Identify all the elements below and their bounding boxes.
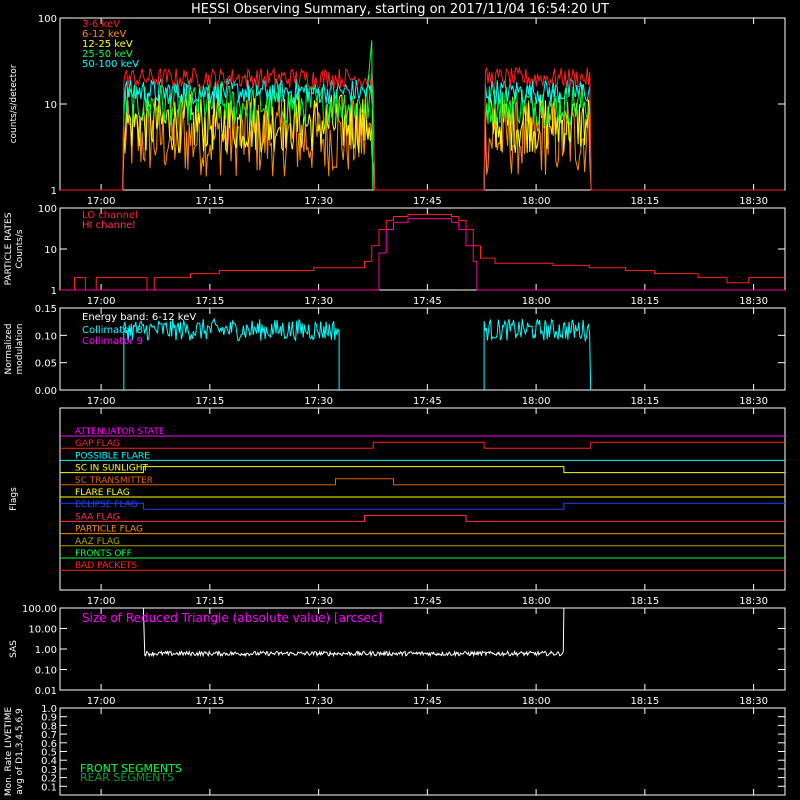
y-axis-label-particle: Counts/s — [15, 229, 25, 268]
y-tick-label-livetime: 1.0 — [41, 704, 57, 715]
y-axis-label-flags: Flags — [9, 487, 19, 511]
flag-label-POSSIBLE-FLARE: POSSIBLE FLARE — [75, 451, 150, 461]
x-tick-label-sas: 17:15 — [195, 696, 224, 707]
x-tick-label-particle: 18:30 — [739, 296, 768, 307]
y-tick-label-sas: 10.00 — [28, 625, 57, 636]
flag-line-SAA-FLAG — [60, 514, 785, 522]
y-axis-label-modulation: modulation — [15, 324, 25, 375]
y-tick-label-sas: 1.00 — [35, 645, 57, 656]
y-axis-label-sas: SAS — [9, 640, 19, 658]
x-tick-label-modulation: 17:00 — [87, 396, 116, 407]
x-tick-label-particle: 18:15 — [630, 296, 659, 307]
flag-label-PARTICLE-FLAG: PARTICLE FLAG — [75, 525, 143, 535]
series-line-HI-channel — [60, 218, 785, 291]
x-tick-label-counts: 17:15 — [195, 196, 224, 207]
x-tick-label-sas: 17:30 — [304, 696, 333, 707]
flag-label-SAA-FLAG: SAA FLAG — [75, 512, 120, 522]
legend-Collimator-9: Collimator 9 — [82, 336, 143, 347]
x-tick-label-modulation: 18:00 — [522, 396, 551, 407]
y-tick-label-sas: 0.01 — [35, 686, 57, 697]
x-tick-label-particle: 17:15 — [195, 296, 224, 307]
x-tick-label-particle: 18:00 — [522, 296, 551, 307]
panel-frame-flags — [59, 407, 786, 591]
energy-band-annotation: Energy band: 6-12 keV — [82, 312, 196, 323]
x-tick-label-sas: 17:00 — [87, 696, 116, 707]
legend-REAR-SEGMENTS: REAR SEGMENTS — [80, 771, 174, 784]
legend-50-100-keV: 50-100 keV — [82, 59, 139, 70]
x-tick-label-modulation: 18:15 — [630, 396, 659, 407]
flag-label-SC-IN-SUNLIGHT: SC IN SUNLIGHT — [75, 464, 149, 474]
flag-label-ECLIPSE-FLAG: ECLIPSE FLAG — [75, 500, 138, 510]
y-tick-label-particle: 100 — [38, 204, 57, 215]
flag-label-FRONTS-OFF: FRONTS OFF — [75, 549, 132, 559]
y-tick-label-modulation: 0.05 — [35, 359, 57, 370]
x-tick-label-flags: 18:30 — [739, 596, 768, 607]
x-tick-label-particle: 17:00 — [87, 296, 116, 307]
x-tick-label-counts: 18:00 — [522, 196, 551, 207]
x-tick-label-flags: 18:15 — [630, 596, 659, 607]
y-tick-label-counts: 1 — [51, 186, 57, 197]
x-tick-label-flags: 17:45 — [413, 596, 442, 607]
x-tick-label-counts: 17:00 — [87, 196, 116, 207]
y-tick-label-modulation: 0.15 — [35, 304, 57, 315]
flag-label-SC-TRANSMITTER: SC TRANSMITTER — [75, 476, 153, 486]
flag-label-BAD-PACKETS: BAD PACKETS — [75, 561, 137, 571]
x-tick-label-flags: 17:15 — [195, 596, 224, 607]
hessi-summary-figure: HESSI Observing Summary, starting on 201… — [0, 0, 800, 800]
flag-label-AAZ-FLAG: AAZ FLAG — [75, 537, 120, 547]
figure-canvas: HESSI Observing Summary, starting on 201… — [4, 2, 786, 797]
series-line-25-50-keV — [60, 82, 785, 191]
x-tick-label-flags: 18:00 — [522, 596, 551, 607]
x-tick-label-counts: 17:45 — [413, 196, 442, 207]
series-line-Collimator-8 — [123, 317, 340, 391]
x-tick-label-counts: 18:30 — [739, 196, 768, 207]
flag-label-FLARE-FLAG: FLARE FLAG — [75, 488, 130, 498]
flag-line-ECLIPSE-FLAG — [60, 502, 785, 510]
x-tick-label-sas: 18:00 — [522, 696, 551, 707]
x-tick-label-flags: 17:00 — [87, 596, 116, 607]
y-tick-label-counts: 10 — [44, 100, 57, 111]
x-tick-label-sas: 17:45 — [413, 696, 442, 707]
series-line-LO-channel — [60, 213, 785, 291]
y-tick-label-sas: 0.10 — [35, 666, 57, 677]
flag-line-GAP-FLAG — [60, 441, 785, 449]
y-tick-label-modulation: 0.10 — [35, 331, 57, 342]
x-tick-label-modulation: 17:30 — [304, 396, 333, 407]
series-line-50-100-keV — [60, 78, 785, 191]
sas-annotation: Size of Reduced Triangle (absolute value… — [82, 611, 382, 625]
x-tick-label-particle: 17:30 — [304, 296, 333, 307]
series-line-Collimator-8 — [483, 317, 592, 391]
x-tick-label-particle: 17:45 — [413, 296, 442, 307]
legend-HI-channel: HI channel — [82, 220, 135, 231]
flag-line-SC-TRANSMITTER — [60, 478, 785, 486]
y-tick-label-particle: 1 — [51, 286, 57, 297]
y-tick-label-counts: 100 — [38, 14, 57, 25]
figure-title: HESSI Observing Summary, starting on 201… — [191, 2, 609, 17]
flag-line-SC-IN-SUNLIGHT — [60, 466, 785, 474]
x-tick-label-sas: 18:30 — [739, 696, 768, 707]
y-tick-label-sas: 100.00 — [22, 604, 57, 615]
x-tick-label-modulation: 17:15 — [195, 396, 224, 407]
y-axis-label-counts: counts/s/detector — [9, 64, 19, 143]
flag-label-GAP-FLAG: GAP FLAG — [75, 439, 120, 449]
y-tick-label-particle: 10 — [44, 245, 57, 256]
legend-Collimator-8: Collimator 8 — [82, 325, 143, 336]
y-axis-label-particle: PARTICLE RATES — [4, 212, 14, 285]
x-tick-label-modulation: 18:30 — [739, 396, 768, 407]
x-tick-label-counts: 17:30 — [304, 196, 333, 207]
y-axis-label-livetime: avg of D1,3,4,5,6,9 — [15, 708, 25, 795]
y-axis-label-modulation: Normalized — [4, 323, 14, 374]
y-tick-label-modulation: 0.00 — [35, 386, 57, 397]
y-axis-label-livetime: Mon. Rate LIVETIME — [4, 707, 14, 797]
x-tick-label-flags: 17:30 — [304, 596, 333, 607]
x-tick-label-counts: 18:15 — [630, 196, 659, 207]
x-tick-label-modulation: 17:45 — [413, 396, 442, 407]
flag-label-ATTENUATOR-STATE: ATTENUATOR STATE — [75, 427, 165, 437]
x-tick-label-sas: 18:15 — [630, 696, 659, 707]
